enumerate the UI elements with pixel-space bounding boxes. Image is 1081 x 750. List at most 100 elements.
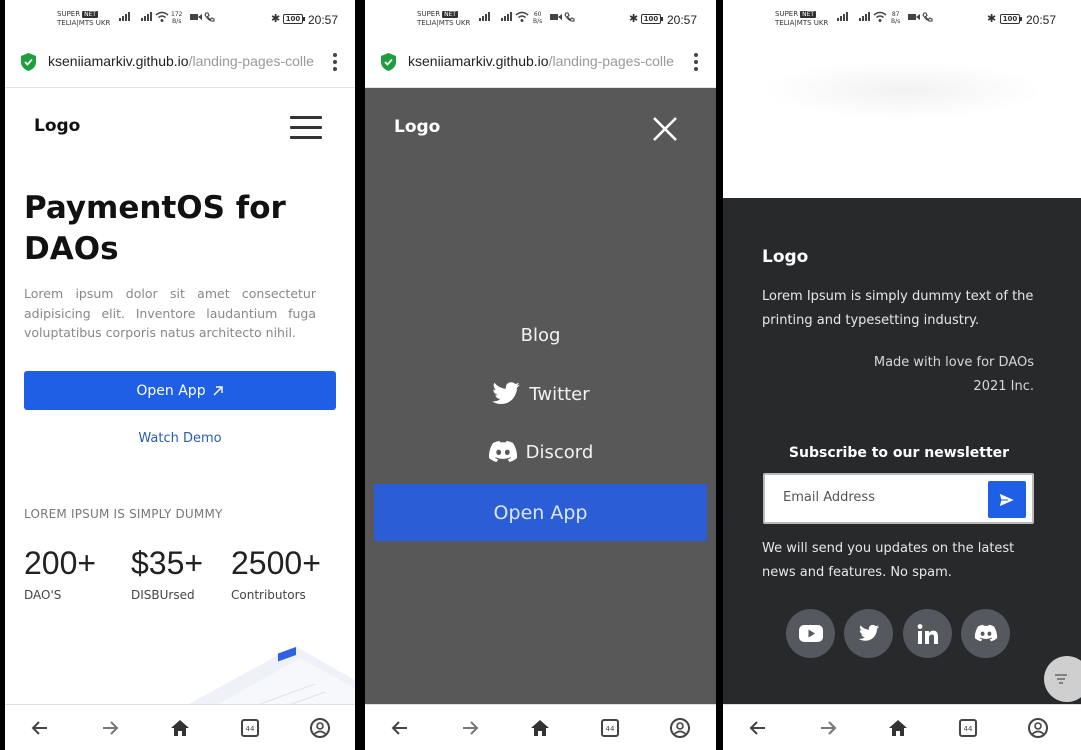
home-icon[interactable] (529, 717, 551, 739)
carrier-label: SUPER NET TELIA|MTS UKR (775, 10, 828, 28)
discord-link[interactable] (961, 609, 1010, 658)
menu-item-twitter[interactable]: Twitter (365, 381, 716, 407)
twitter-link[interactable] (844, 609, 893, 658)
url-text[interactable]: kseniiamarkiv.github.io/landing-pages-co… (48, 53, 314, 69)
profile-icon[interactable] (1027, 717, 1049, 739)
bluetooth-icon: ✱ (629, 12, 639, 25)
hero-description: Lorem ipsum dolor sit amet consectetur a… (24, 286, 316, 340)
profile-icon[interactable] (669, 717, 691, 739)
phone-screen-menu: SUPER NET TELIA|MTS UKR 60 B/s ✱ 100 20:57… (365, 0, 716, 750)
network-speed: 60 B/s (533, 11, 543, 25)
page-content-above-footer (723, 40, 1081, 198)
status-bar: SUPER NET TELIA|MTS UKR 172 B/s ✱ 100 20:5… (5, 0, 355, 40)
profile-icon[interactable] (309, 717, 331, 739)
network-speed: 87 B/s (891, 11, 901, 25)
network-tag: NET (442, 11, 459, 18)
copyright-line: 2021 Inc. (973, 378, 1034, 394)
stats-caption: LOREM IPSUM IS SIMPLY DUMMY (24, 507, 223, 521)
site-logo[interactable]: Logo (34, 116, 80, 136)
wifi-icon (515, 11, 529, 22)
email-field[interactable] (783, 490, 983, 505)
clock: 20:57 (1026, 13, 1057, 27)
video-icon (908, 14, 920, 20)
phone-call-icon (564, 12, 575, 22)
tabs-icon[interactable]: 44 (239, 717, 261, 739)
back-arrow-icon[interactable] (389, 717, 411, 739)
bluetooth-icon: ✱ (987, 12, 997, 25)
url-text[interactable]: kseniiamarkiv.github.io/landing-pages-co… (408, 53, 674, 69)
wifi-icon (155, 11, 169, 22)
address-bar[interactable]: kseniiamarkiv.github.io/landing-pages-co… (365, 40, 716, 88)
forward-arrow-icon[interactable] (459, 717, 481, 739)
send-icon (999, 492, 1015, 507)
browser-bottom-nav: 44 (365, 704, 716, 750)
watch-demo-link[interactable]: Watch Demo (5, 431, 355, 446)
phone-screen-landing: SUPER NET TELIA|MTS UKR 172 B/s ✱ 100 20:5… (5, 0, 355, 750)
url-domain: kseniiamarkiv.github.io (48, 53, 189, 69)
stat-item: $35+ DISBUrsed (131, 545, 203, 602)
filter-icon (1055, 674, 1067, 684)
signal-icon (479, 12, 490, 21)
footer-logo[interactable]: Logo (762, 247, 808, 267)
phone-screen-footer: SUPER NET TELIA|MTS UKR 87 B/s ✱ 100 20:57… (723, 0, 1081, 750)
hamburger-menu-icon[interactable] (290, 116, 322, 140)
carrier-name: SUPER (417, 10, 441, 18)
carrier-operators: TELIA|MTS UKR (57, 19, 111, 27)
youtube-icon (798, 625, 823, 642)
close-icon[interactable] (652, 116, 678, 142)
open-app-button[interactable]: Open App (24, 371, 336, 410)
browser-menu-icon[interactable] (694, 53, 698, 71)
carrier-label: SUPER NET TELIA|MTS UKR (417, 10, 470, 28)
open-app-label: Open App (136, 382, 206, 399)
signal-icon (501, 12, 512, 21)
forward-arrow-icon[interactable] (817, 717, 839, 739)
phone-call-icon (204, 12, 215, 22)
wifi-icon (873, 11, 887, 22)
newsletter-note: We will send you updates on the latest n… (762, 541, 1015, 580)
tabs-icon[interactable]: 44 (957, 717, 979, 739)
signal-icon (859, 12, 870, 21)
home-icon[interactable] (887, 717, 909, 739)
twitter-icon (858, 624, 879, 641)
signal-icon (119, 12, 130, 21)
subscribe-button[interactable] (988, 481, 1026, 518)
menu-item-label: Twitter (529, 383, 590, 405)
back-arrow-icon[interactable] (747, 717, 769, 739)
svg-text:44: 44 (964, 725, 973, 733)
stat-item: 200+ DAO'S (24, 545, 96, 602)
address-bar[interactable]: kseniiamarkiv.github.io/landing-pages-co… (5, 40, 355, 88)
twitter-icon (492, 382, 521, 404)
svg-text:44: 44 (246, 725, 255, 733)
menu-item-blog[interactable]: Blog (365, 325, 716, 346)
svg-text:44: 44 (606, 725, 615, 733)
url-path: /landing-pages-colle (188, 53, 314, 69)
battery-indicator: 100 (641, 14, 663, 24)
signal-icon (837, 12, 848, 21)
carrier-name: SUPER (775, 10, 799, 18)
network-tag: NET (82, 11, 99, 18)
menu-item-discord[interactable]: Discord (365, 440, 716, 464)
home-icon[interactable] (169, 717, 191, 739)
url-path: /landing-pages-colle (548, 53, 674, 69)
linkedin-link[interactable] (903, 609, 952, 658)
browser-menu-icon[interactable] (333, 53, 337, 71)
site-logo[interactable]: Logo (394, 117, 440, 137)
tabs-icon[interactable]: 44 (599, 717, 621, 739)
stat-label: DISBUrsed (131, 588, 195, 602)
stat-label: DAO'S (24, 588, 62, 602)
clock: 20:57 (308, 13, 339, 27)
carrier-operators: TELIA|MTS UKR (775, 19, 829, 27)
carrier-label: SUPER NET TELIA|MTS UKR (57, 10, 110, 28)
youtube-link[interactable] (786, 609, 835, 658)
stat-value: $35+ (131, 545, 204, 581)
newsletter-form (763, 473, 1034, 524)
bluetooth-icon: ✱ (271, 12, 281, 25)
newsletter-title: Subscribe to our newsletter (788, 445, 1010, 461)
carrier-name: SUPER (57, 10, 81, 18)
menu-item-label: Blog (520, 325, 561, 346)
footer-credit: Made with love for DAOs 2021 Inc. (874, 351, 1034, 398)
secure-shield-icon (381, 53, 396, 71)
forward-arrow-icon[interactable] (99, 717, 121, 739)
back-arrow-icon[interactable] (29, 717, 51, 739)
menu-open-app-button[interactable]: Open App (374, 484, 707, 541)
